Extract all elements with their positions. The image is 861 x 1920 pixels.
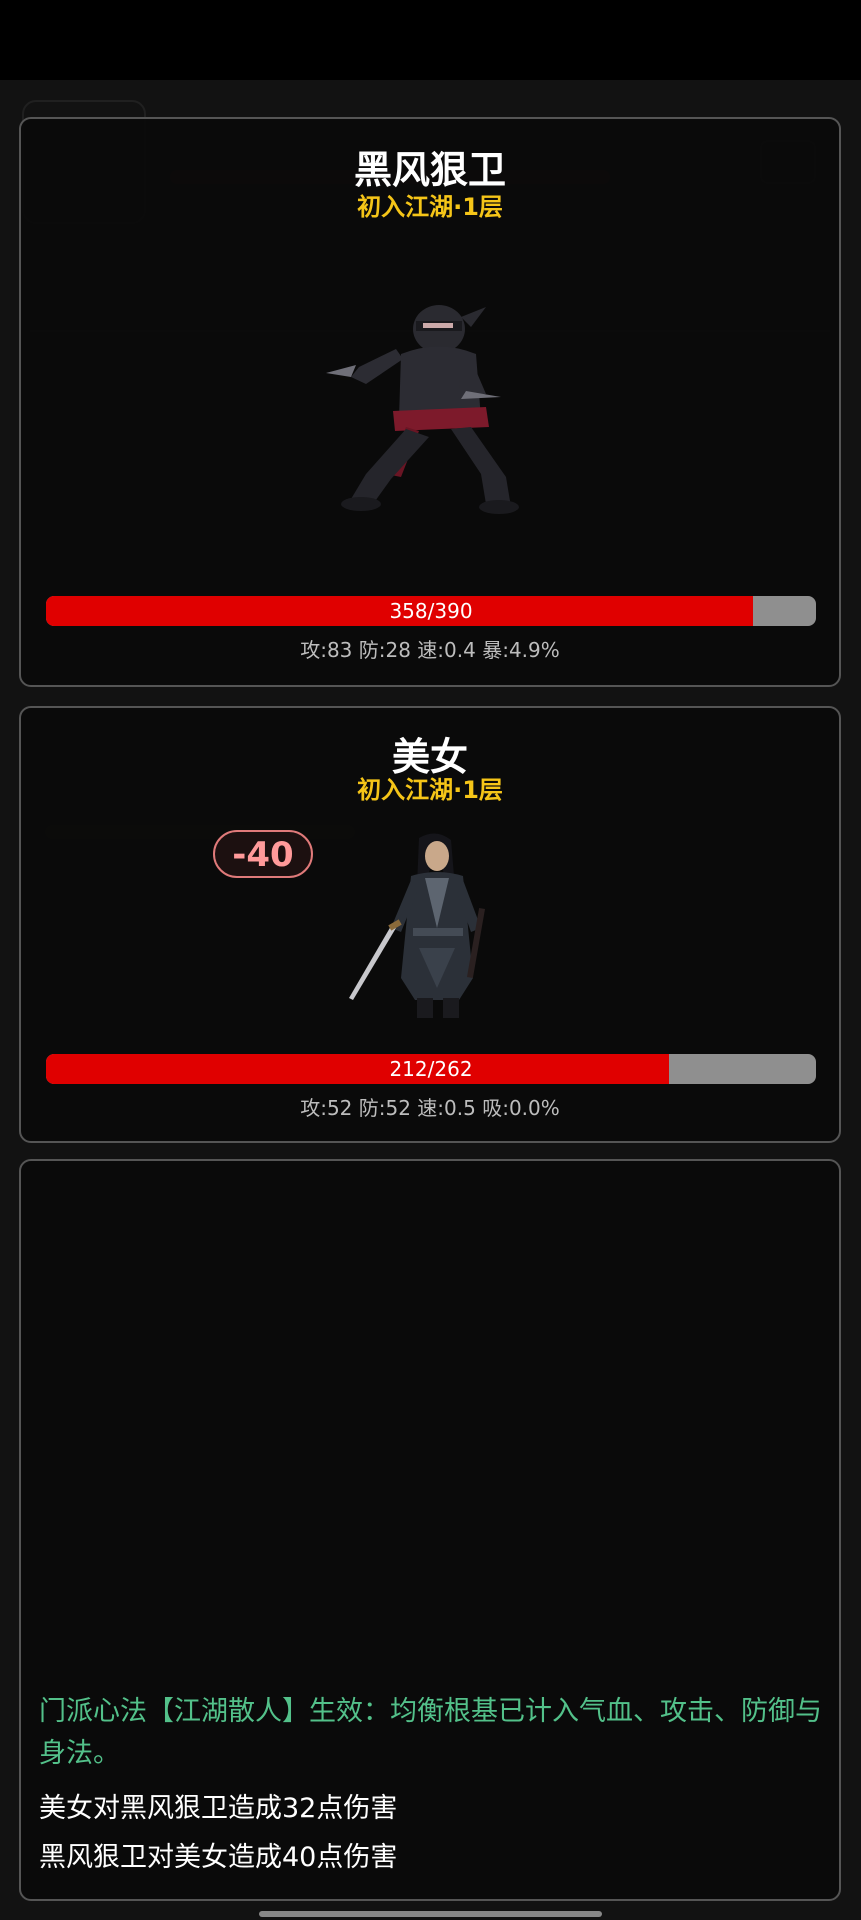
player-swordsman-sprite — [349, 833, 486, 1018]
enemy-hp-text: 358/390 — [389, 599, 473, 623]
player-realm: 初入江湖·1层 — [357, 776, 503, 804]
player-hp-bar: 212/262 — [46, 1054, 816, 1084]
enemy-hp-bar: 358/390 — [46, 596, 816, 626]
enemy-realm: 初入江湖·1层 — [357, 193, 503, 221]
enemy-panel: 黑风狠卫 初入江湖·1层 358/390 攻:83 防:28 速:0.4 暴:4… — [19, 117, 841, 687]
status-bar — [0, 0, 861, 80]
enemy-name: 黑风狠卫 — [353, 148, 506, 192]
player-stats: 攻:52 防:52 速:0.5 吸:0.0% — [300, 1096, 560, 1120]
battle-log-panel[interactable]: 门派心法【江湖散人】生效：均衡根基已计入气血、攻击、防御与身法。 美女对黑风狠卫… — [19, 1159, 841, 1901]
log-line-attack: 美女对黑风狠卫造成32点伤害 — [39, 1793, 398, 1824]
log-line-system: 门派心法【江湖散人】生效：均衡根基已计入气血、攻击、防御与身法。 — [39, 1696, 822, 1769]
enemy-ninja-sprite — [326, 305, 519, 514]
log-line-damage-taken: 黑风狠卫对美女造成40点伤害 — [39, 1842, 398, 1873]
player-panel: 美女 初入江湖·1层 -40 212/262 攻:52 防:52 速:0.5 吸… — [19, 706, 841, 1143]
damage-popup: -40 — [213, 830, 313, 878]
home-indicator[interactable] — [259, 1911, 602, 1917]
player-hp-text: 212/262 — [389, 1057, 473, 1081]
enemy-stats: 攻:83 防:28 速:0.4 暴:4.9% — [300, 638, 560, 662]
